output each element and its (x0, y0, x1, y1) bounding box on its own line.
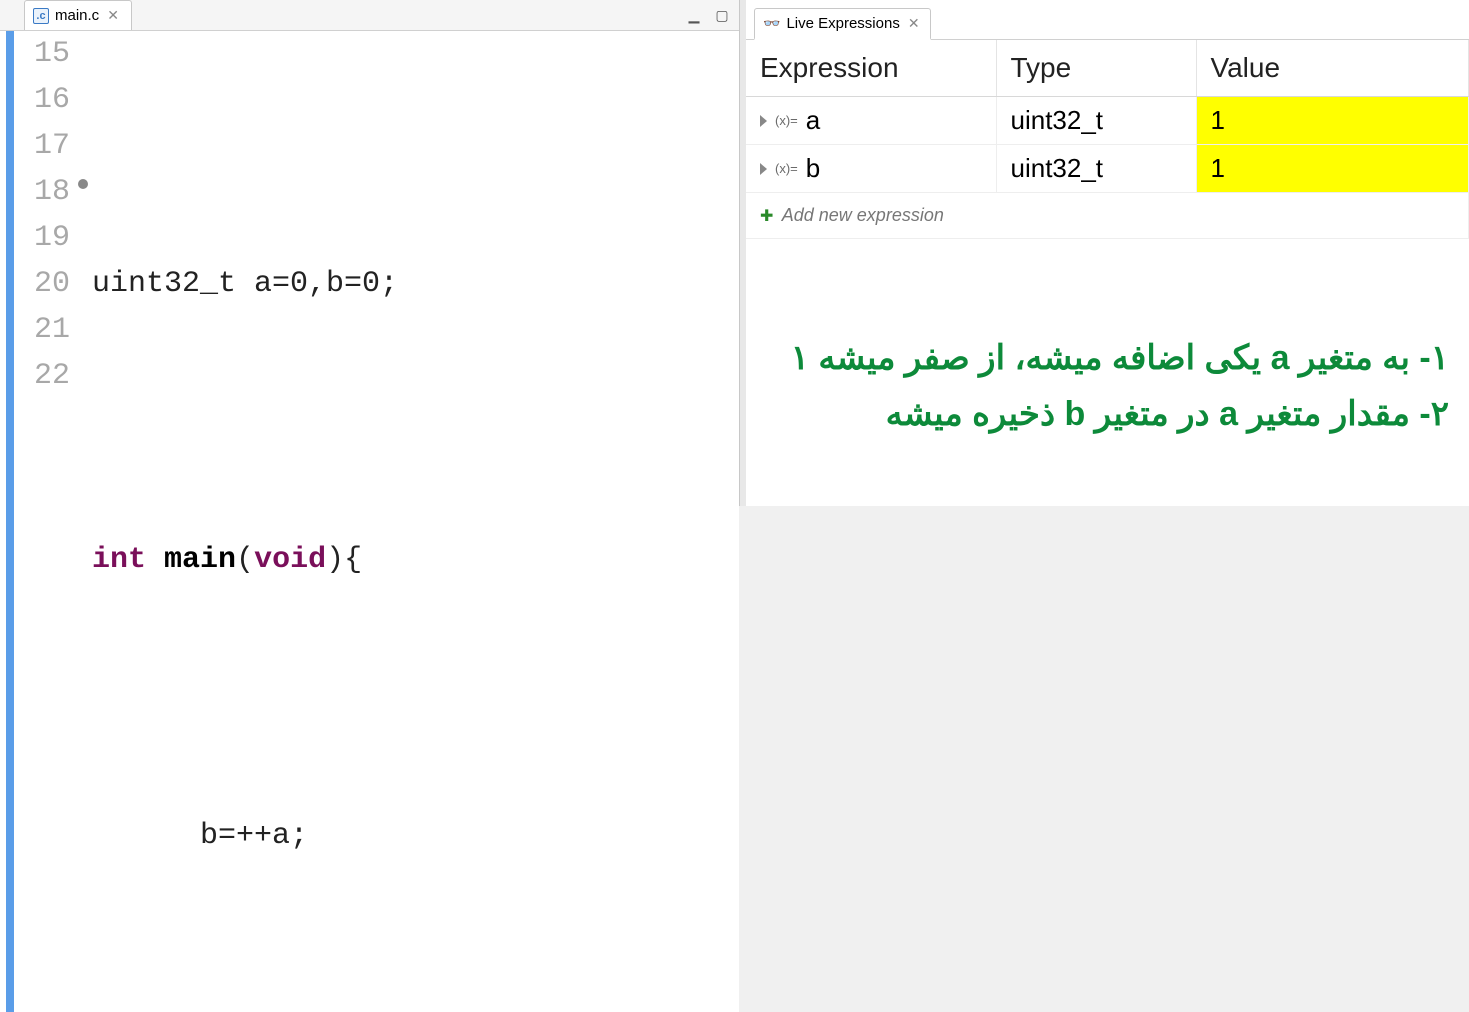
line-number: 20 (14, 261, 70, 307)
plus-icon: ✚ (760, 208, 773, 225)
expression-cell[interactable]: (x)= b (746, 145, 996, 193)
value-cell: 1 (1196, 145, 1469, 193)
variable-icon: (x)= (775, 161, 798, 176)
line-number: 19 (14, 215, 70, 261)
code-line (92, 675, 739, 721)
c-file-icon: .c (33, 8, 49, 24)
code-line (92, 399, 739, 445)
fold-column (78, 31, 92, 1012)
code-line (92, 951, 739, 997)
table-header-row: Expression Type Value (746, 40, 1469, 97)
editor-tabbar: .c main.c ✕ ▁ ▢ (0, 0, 739, 31)
column-header-expression[interactable]: Expression (746, 40, 996, 97)
editor-tab-main-c[interactable]: .c main.c ✕ (24, 0, 132, 30)
line-number: 17 (14, 123, 70, 169)
expressions-table: Expression Type Value (x)= a uint32_t (746, 40, 1469, 239)
value-cell: 1 (1196, 97, 1469, 145)
code-editor[interactable]: 15 16 17 18 19 20 21 22 uint32_t a=0,b=0… (0, 31, 739, 1012)
add-expression-cell[interactable]: ✚ Add new expression (746, 193, 1469, 239)
type-cell: uint32_t (996, 145, 1196, 193)
code-line: b=++a; (92, 813, 739, 859)
column-header-type[interactable]: Type (996, 40, 1196, 97)
expression-cell[interactable]: (x)= a (746, 97, 996, 145)
line-number-gutter: 15 16 17 18 19 20 21 22 (14, 31, 78, 1012)
expression-name: b (806, 153, 820, 184)
table-row[interactable]: (x)= b uint32_t 1 (746, 145, 1469, 193)
expand-icon[interactable] (760, 163, 767, 175)
editor-tab-filename: main.c (55, 7, 99, 24)
glasses-icon: 👓 (763, 15, 780, 32)
maximize-icon[interactable]: ▢ (713, 6, 731, 24)
live-expressions-tab[interactable]: 👓 Live Expressions ✕ (754, 8, 931, 40)
code-area[interactable]: uint32_t a=0,b=0; int main(void){ b=++a; (92, 31, 739, 1012)
type-cell: uint32_t (996, 97, 1196, 145)
line-number: 18 (14, 169, 70, 215)
expression-name: a (806, 105, 820, 136)
line-number: 22 (14, 353, 70, 399)
editor-window-controls: ▁ ▢ (685, 6, 731, 24)
code-line: int main(void){ (92, 537, 739, 583)
ide-window: .c main.c ✕ ▁ ▢ 15 16 17 18 19 20 21 22 (0, 0, 1469, 506)
close-icon[interactable]: ✕ (105, 7, 121, 24)
line-number: 16 (14, 77, 70, 123)
live-tabbar: 👓 Live Expressions ✕ (746, 0, 1469, 40)
column-header-value[interactable]: Value (1196, 40, 1469, 97)
add-expression-label: Add new expression (782, 205, 944, 225)
minimize-icon[interactable]: ▁ (685, 6, 703, 24)
expand-icon[interactable] (760, 115, 767, 127)
close-icon[interactable]: ✕ (906, 15, 922, 32)
fold-toggle-icon[interactable] (78, 179, 88, 189)
editor-change-marker (6, 31, 14, 1012)
line-number: 15 (14, 31, 70, 77)
code-line: uint32_t a=0,b=0; (92, 261, 739, 307)
line-number: 21 (14, 307, 70, 353)
variable-icon: (x)= (775, 113, 798, 128)
add-expression-row[interactable]: ✚ Add new expression (746, 193, 1469, 239)
live-tab-label: Live Expressions (786, 15, 899, 32)
live-expressions-panel: 👓 Live Expressions ✕ Expression Type Val… (746, 0, 1469, 506)
editor-panel: .c main.c ✕ ▁ ▢ 15 16 17 18 19 20 21 22 (0, 0, 740, 506)
table-row[interactable]: (x)= a uint32_t 1 (746, 97, 1469, 145)
code-line (92, 123, 739, 169)
